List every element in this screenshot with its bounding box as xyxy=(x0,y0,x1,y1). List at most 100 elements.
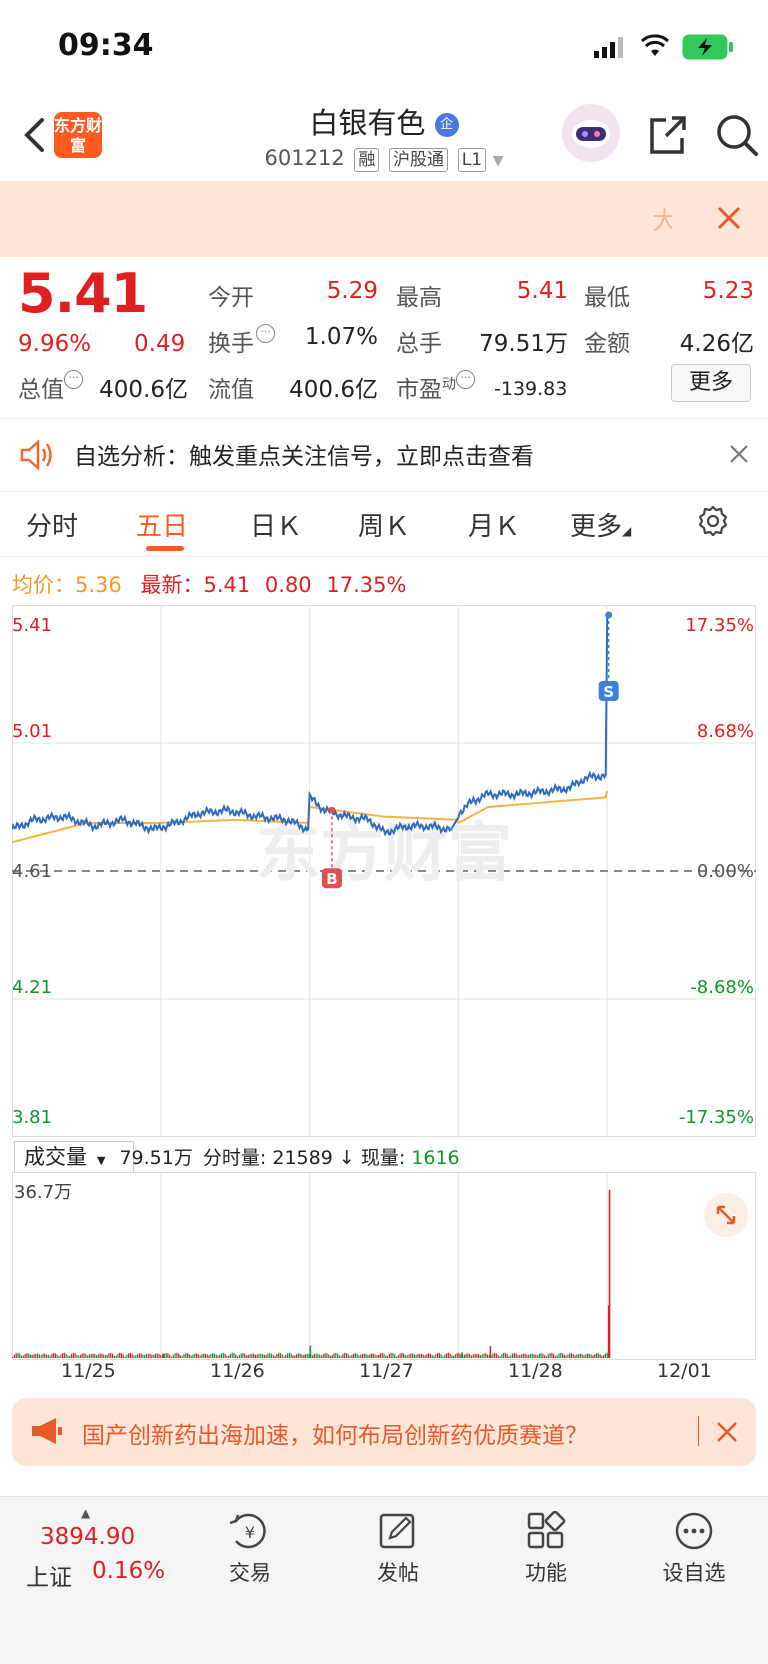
volume-bar xyxy=(172,1354,174,1358)
volume-bar xyxy=(428,1353,430,1358)
volume-bar xyxy=(174,1353,176,1358)
robot-avatar[interactable] xyxy=(562,104,620,162)
volume-bar xyxy=(90,1354,92,1358)
volume-bar xyxy=(208,1355,210,1358)
search-icon[interactable] xyxy=(714,112,760,162)
volume-bar xyxy=(501,1354,503,1358)
tab-more[interactable]: 更多◢ xyxy=(570,506,631,543)
expand-icon[interactable] xyxy=(704,1193,748,1237)
date-label: 11/25 xyxy=(61,1360,116,1382)
volume-bar xyxy=(337,1353,339,1358)
banner-close-icon[interactable] xyxy=(714,203,744,237)
more-button[interactable]: 更多 xyxy=(671,364,751,402)
volume-bar xyxy=(169,1354,171,1358)
tab-day-k[interactable]: 日Ｋ xyxy=(250,506,302,543)
info-icon[interactable]: ··· xyxy=(64,370,83,389)
volume-bar xyxy=(140,1353,142,1358)
promo-close-icon[interactable] xyxy=(715,1420,739,1448)
volume-bar xyxy=(529,1353,531,1358)
volume-bar xyxy=(190,1355,192,1358)
turnover-value: 1.07% xyxy=(304,324,378,350)
volume-bar xyxy=(394,1354,396,1358)
nav-trade[interactable]: ¥ 交易 xyxy=(190,1505,310,1587)
volume-bar xyxy=(322,1354,324,1358)
volume-bar xyxy=(585,1354,587,1358)
volume-bar xyxy=(497,1355,499,1358)
volume-bar xyxy=(113,1355,115,1358)
volume-bar xyxy=(110,1352,112,1358)
tab-month-k[interactable]: 月Ｋ xyxy=(468,506,520,543)
latest-value: 5.41 xyxy=(203,573,251,597)
volume-bar xyxy=(42,1353,44,1358)
volume-bar xyxy=(210,1354,212,1358)
volume-selector-label[interactable]: 成交量 xyxy=(24,1145,87,1169)
y-tick-left: 5.01 xyxy=(12,721,52,742)
volume-spike xyxy=(607,1305,610,1358)
index-change[interactable]: 0.16% xyxy=(92,1558,165,1584)
volume-bar xyxy=(40,1355,42,1358)
volume-bar xyxy=(317,1354,319,1358)
index-name[interactable]: 上证 xyxy=(26,1558,72,1592)
volume-bar xyxy=(149,1353,151,1358)
volume-bar xyxy=(551,1352,553,1358)
notice-close-icon[interactable] xyxy=(728,443,750,469)
tab-week-k[interactable]: 周Ｋ xyxy=(358,506,410,543)
volume-bar xyxy=(54,1353,57,1358)
volume-chart[interactable]: 36.7万 xyxy=(12,1172,756,1360)
speaker-icon xyxy=(18,437,54,477)
tag-level[interactable]: L1 xyxy=(457,148,487,172)
amount-label: 金额 xyxy=(584,331,630,357)
volume-bar xyxy=(53,1353,55,1358)
notice-bar[interactable]: 自选分析：触发重点关注信号，立即点击查看 xyxy=(0,418,768,492)
tag-connect: 沪股通 xyxy=(389,148,449,172)
promo-banner[interactable]: 国产创新药出海加速，如何布局创新药优质赛道？ xyxy=(12,1398,756,1466)
share-icon[interactable] xyxy=(646,114,688,160)
y-tick-right: -8.68% xyxy=(690,977,754,998)
volume-bar xyxy=(424,1355,426,1358)
stock-code: 601212 xyxy=(264,146,345,170)
tab-timeshare[interactable]: 分时 xyxy=(26,506,78,543)
price-chart[interactable]: 东方财富 5.41 17.35%5.01 8.68%4.61 0.00%4.21 -8.… xyxy=(12,605,756,1137)
nav-add-watchlist[interactable]: 设自选 xyxy=(634,1505,754,1587)
dropdown-icon[interactable]: ▼ xyxy=(493,153,504,169)
volume-bar xyxy=(74,1353,76,1358)
volume-bar xyxy=(470,1355,473,1358)
tab-five-day[interactable]: 五日 xyxy=(136,506,188,543)
active-tab-indicator xyxy=(146,546,184,551)
volume-bar xyxy=(572,1354,574,1358)
volume-bar xyxy=(469,1353,471,1358)
tabs-divider xyxy=(0,556,768,557)
volume-bar xyxy=(65,1353,67,1358)
volume-bar xyxy=(145,1354,148,1358)
volume-bar xyxy=(103,1354,105,1358)
volume-bar xyxy=(345,1353,348,1358)
volume-bar xyxy=(360,1354,362,1358)
volume-bar xyxy=(590,1354,592,1358)
edit-icon xyxy=(379,1513,415,1549)
volume-bar xyxy=(417,1354,419,1358)
volume-bar xyxy=(315,1353,317,1358)
info-icon[interactable]: ··· xyxy=(256,324,275,343)
volume-bar xyxy=(319,1354,321,1358)
settings-icon[interactable] xyxy=(696,504,730,542)
nav-function[interactable]: 功能 xyxy=(486,1505,606,1587)
volume-bar xyxy=(303,1355,305,1358)
info-icon[interactable]: ··· xyxy=(456,370,475,389)
top-banner[interactable]: 大 xyxy=(0,181,768,257)
low-value: 5.23 xyxy=(702,278,754,304)
fs-label: 分时量: xyxy=(202,1147,267,1169)
volume-bar xyxy=(192,1354,194,1358)
trade-icon: ¥ xyxy=(229,1513,266,1549)
volume-bar xyxy=(283,1356,285,1358)
index-value[interactable]: 3894.90 xyxy=(40,1524,135,1550)
volume-bar xyxy=(603,1355,605,1358)
nav-post[interactable]: 发帖 xyxy=(338,1505,458,1587)
volume-bar xyxy=(38,1354,40,1358)
volume-bar xyxy=(567,1354,569,1358)
volume-bar xyxy=(288,1352,290,1358)
volume-bar xyxy=(583,1355,585,1358)
volume-bar xyxy=(478,1354,480,1358)
volume-bar xyxy=(331,1354,333,1358)
volume-bar xyxy=(272,1355,274,1358)
volume-bar xyxy=(445,1353,448,1358)
